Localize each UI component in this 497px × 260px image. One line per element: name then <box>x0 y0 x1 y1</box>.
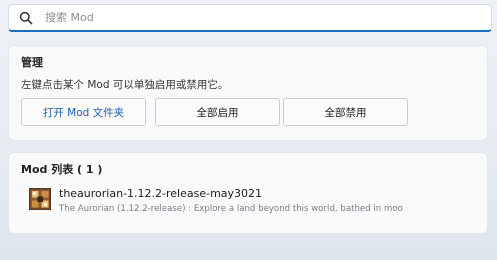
manage-description: 左键点击某个 Mod 可以单独启用或禁用它。 <box>21 79 229 91</box>
mod-list-title: Mod 列表 ( 1 ) <box>21 163 103 176</box>
redstone-lamp-icon <box>29 188 51 210</box>
search-box[interactable] <box>8 4 492 32</box>
mod-name: theaurorian-1.12.2-release-may3021 <box>59 187 263 200</box>
enable-all-button[interactable]: 全部启用 <box>155 98 280 126</box>
mod-description: The Aurorian (1.12.2-release) : Explore … <box>59 204 403 214</box>
manage-card: 管理 左键点击某个 Mod 可以单独启用或禁用它。 打开 Mod 文件夹 全部启… <box>8 45 488 141</box>
search-input[interactable] <box>43 10 467 25</box>
disable-all-button[interactable]: 全部禁用 <box>283 98 408 126</box>
open-mod-folder-button[interactable]: 打开 Mod 文件夹 <box>21 98 146 126</box>
mod-list-item[interactable]: theaurorian-1.12.2-release-may3021 The A… <box>21 185 481 221</box>
mod-list-card: Mod 列表 ( 1 ) theaurorian-1.12.2-release-… <box>8 152 488 234</box>
search-icon <box>19 11 33 24</box>
manage-title: 管理 <box>21 56 43 69</box>
